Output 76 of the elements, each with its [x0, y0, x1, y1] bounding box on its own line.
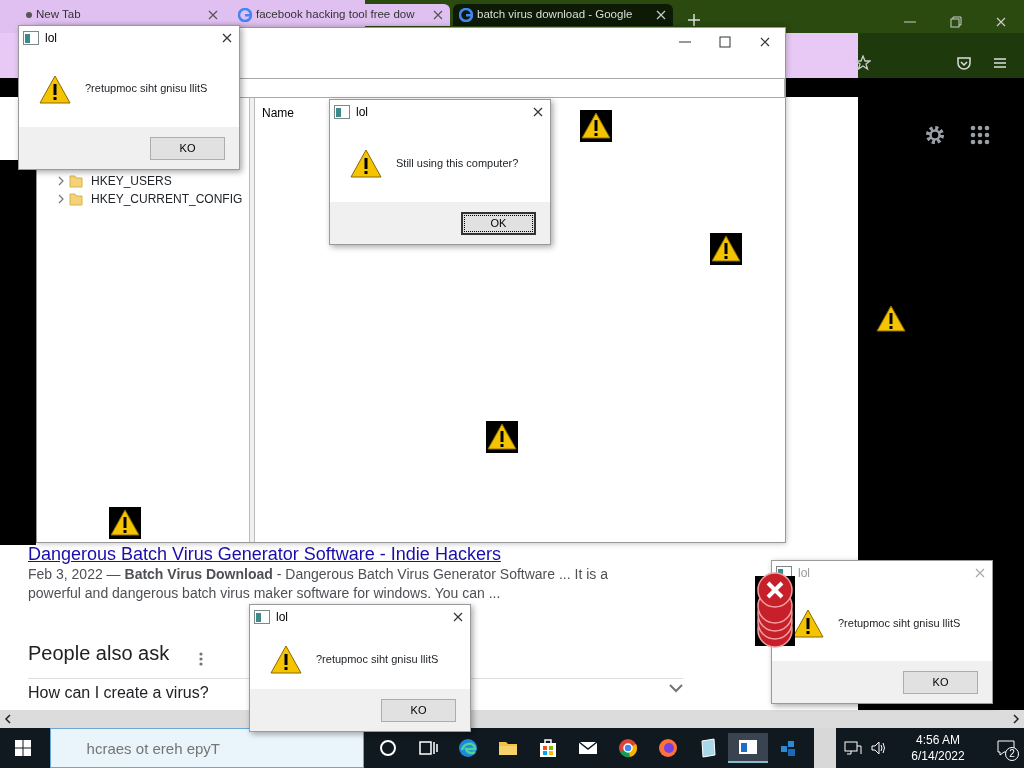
- apps-grid-icon[interactable]: [970, 125, 990, 145]
- tree-item[interactable]: HKEY_USERS: [37, 172, 249, 190]
- folder-icon: [69, 192, 83, 206]
- clock-date: 6/14/2022: [910, 748, 966, 764]
- column-header[interactable]: Name: [262, 106, 294, 120]
- new-tab-icon[interactable]: [688, 14, 700, 26]
- folder-icon: [69, 174, 83, 188]
- restore-icon[interactable]: [950, 16, 962, 28]
- scroll-right-icon[interactable]: [1012, 714, 1020, 724]
- window-icon: [738, 737, 759, 757]
- expand-icon[interactable]: [57, 176, 65, 186]
- dialog-button[interactable]: OK: [461, 211, 536, 235]
- windows-logo-icon: [14, 740, 31, 756]
- tab-title: New Tab: [36, 7, 82, 23]
- warning-icon: [710, 233, 742, 265]
- wave-icon: [458, 738, 479, 758]
- task-view-icon: [418, 738, 439, 758]
- clock[interactable]: 4:56 AM 6/14/2022: [896, 732, 980, 764]
- dialog-message: ?retupmoc siht gnisu llitS: [85, 81, 208, 97]
- question-text[interactable]: How can I create a virus?: [28, 683, 209, 703]
- tab-title: facebook hacking tool free dow: [256, 7, 416, 23]
- notification-icon: [997, 740, 1015, 756]
- tab-title: batch virus download - Google: [477, 7, 634, 23]
- app-icon: [334, 105, 350, 119]
- section-heading: People also ask: [28, 641, 170, 666]
- warning-icon: [350, 148, 382, 178]
- taskbar-app[interactable]: [728, 733, 769, 763]
- close-icon[interactable]: [221, 32, 233, 44]
- window-title: lol: [276, 609, 289, 626]
- dialog-button[interactable]: KO: [150, 136, 225, 160]
- notification-count: 2: [1005, 747, 1019, 761]
- dialog-button[interactable]: KO: [381, 698, 456, 722]
- warning-icon: [875, 303, 907, 335]
- scroll-left-icon[interactable]: [4, 714, 12, 724]
- warning-icon: [270, 644, 302, 674]
- warning-icon: [792, 608, 824, 638]
- warning-icon: [580, 110, 612, 142]
- volume-icon[interactable]: [870, 740, 888, 756]
- window-title: lol: [356, 104, 369, 121]
- warning-icon: [486, 421, 518, 453]
- warning-icon: [39, 73, 71, 104]
- dot-icon: [26, 12, 32, 18]
- circle-icon: [378, 738, 399, 758]
- dialog-message: Still using this computer?: [396, 155, 519, 171]
- star-icon[interactable]: [855, 55, 871, 71]
- close-icon[interactable]: [452, 611, 464, 623]
- tree-item[interactable]: HKEY_CURRENT_CONFIG: [37, 190, 249, 208]
- network-icon[interactable]: [844, 740, 862, 756]
- notepad-icon: [698, 738, 719, 758]
- circle-logo-icon: [618, 738, 639, 758]
- dialog-button[interactable]: KO: [903, 670, 978, 694]
- settings-icon[interactable]: [924, 124, 946, 146]
- warning-icon: [109, 507, 141, 539]
- dialog-message: ?retupmoc siht gnisu llitS: [838, 615, 961, 631]
- clock-time: 4:56 AM: [915, 732, 961, 748]
- shopping-bag-icon: [538, 738, 559, 758]
- chevron-icon[interactable]: [669, 683, 683, 693]
- result-link[interactable]: Dangerous Batch Virus Generator Software - Indie Hackers: [28, 544, 501, 565]
- favicon-icon: [459, 8, 473, 22]
- maximize-icon[interactable]: [719, 36, 731, 48]
- app-icon: [254, 610, 270, 624]
- search-field[interactable]: hcraes ot ereh epyT: [49, 728, 365, 768]
- close-icon[interactable]: [532, 106, 544, 118]
- notification-button[interactable]: 2: [988, 728, 1024, 768]
- window-title: lol: [45, 30, 58, 47]
- close-icon[interactable]: [759, 36, 771, 48]
- favicon-icon: [238, 8, 252, 22]
- dialog-message: ?retupmoc siht gnisu llitS: [316, 651, 439, 667]
- app-icon: [23, 31, 39, 45]
- menu-icon[interactable]: [992, 55, 1008, 71]
- expand-icon[interactable]: [57, 194, 65, 204]
- browser-tab[interactable]: batch virus download - Google: [453, 4, 673, 26]
- result-snippet: Feb 3, 2022 — Batch Virus Download - Dangerous Batch Virus Generator Software ... It is a powerful and dangerous batch virus maker software for windows. You can ...: [28, 565, 609, 603]
- window-title: lol: [798, 565, 811, 582]
- pocket-icon[interactable]: [956, 55, 972, 71]
- more-options-icon[interactable]: [199, 652, 203, 666]
